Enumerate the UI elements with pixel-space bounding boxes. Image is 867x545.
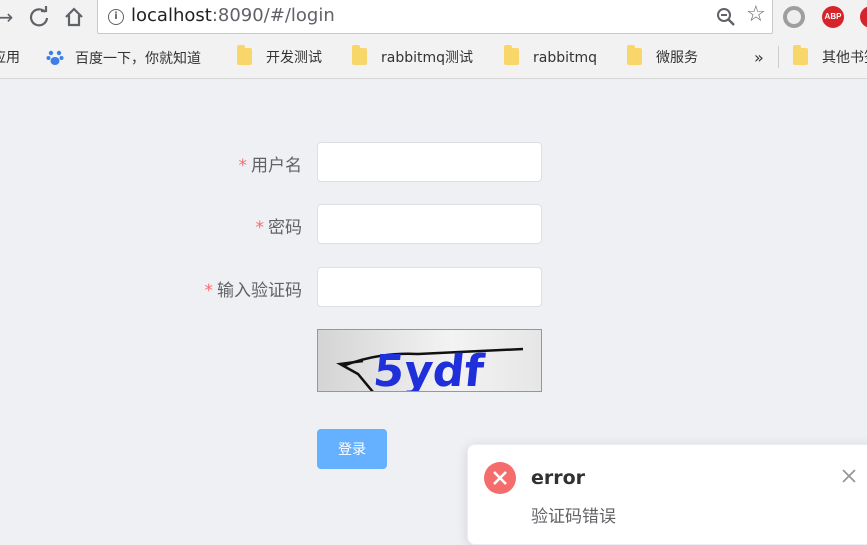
captcha-text: 5ydf — [371, 346, 487, 392]
bookmark-star-icon[interactable]: ☆ — [746, 2, 766, 27]
username-label: * 用户名 — [238, 156, 303, 176]
password-input[interactable] — [317, 204, 542, 244]
captcha-image[interactable]: 5ydf — [317, 329, 542, 392]
notification-message: 验证码错误 — [531, 507, 616, 527]
login-button[interactable]: 登录 — [317, 429, 387, 469]
bookmark-baidu[interactable]: 百度一下，你就知道 — [46, 48, 201, 68]
username-row: * 用户名 — [0, 142, 560, 182]
close-icon[interactable] — [840, 467, 858, 485]
home-icon[interactable] — [61, 4, 87, 30]
baidu-paw-icon — [46, 50, 64, 65]
folder-icon — [237, 45, 252, 65]
extension-circle-icon[interactable] — [783, 6, 805, 28]
error-notification: error 验证码错误 — [467, 444, 867, 545]
captcha-input[interactable] — [317, 267, 542, 307]
username-input[interactable] — [317, 142, 542, 182]
password-label: * 密码 — [255, 218, 303, 238]
forward-icon[interactable]: → — [0, 4, 18, 30]
bookmark-apps[interactable]: 应用 — [0, 48, 20, 68]
bookmark-folder-rabbitmq[interactable]: rabbitmq — [504, 45, 597, 68]
info-icon[interactable]: i — [108, 9, 124, 25]
browser-toolbar: → i localhost:8090/#/login ☆ ABP — [0, 0, 867, 36]
bookmark-folder-microservice[interactable]: 微服务 — [627, 45, 698, 68]
reload-icon[interactable] — [26, 4, 52, 30]
bookmark-folder-rabbitmq-test[interactable]: rabbitmq测试 — [352, 45, 473, 68]
folder-icon — [793, 45, 808, 65]
error-circle-icon — [484, 462, 516, 494]
notification-title: error — [531, 467, 586, 489]
captcha-label: * 输入验证码 — [204, 281, 303, 301]
bookmark-folder-dev-test[interactable]: 开发测试 — [237, 45, 322, 68]
folder-icon — [352, 45, 367, 65]
zoom-icon[interactable] — [716, 7, 736, 27]
address-bar[interactable]: i localhost:8090/#/login ☆ — [97, 0, 773, 34]
extension-red-icon[interactable] — [860, 6, 867, 28]
bookmarks-overflow-chevron-icon[interactable]: » — [754, 48, 764, 68]
bookmarks-bar: 应用 百度一下，你就知道 开发测试 rabbitmq测试 rabbitmq 微服… — [0, 36, 867, 79]
adblock-plus-icon[interactable]: ABP — [822, 6, 844, 28]
bookmarks-divider — [778, 46, 779, 68]
url-text[interactable]: localhost:8090/#/login — [131, 5, 335, 26]
captcha-input-row: * 输入验证码 — [0, 267, 560, 307]
bookmark-folder-other[interactable]: 其他书签 — [793, 45, 867, 68]
folder-icon — [627, 45, 642, 65]
folder-icon — [504, 45, 519, 65]
password-row: * 密码 — [0, 204, 560, 244]
